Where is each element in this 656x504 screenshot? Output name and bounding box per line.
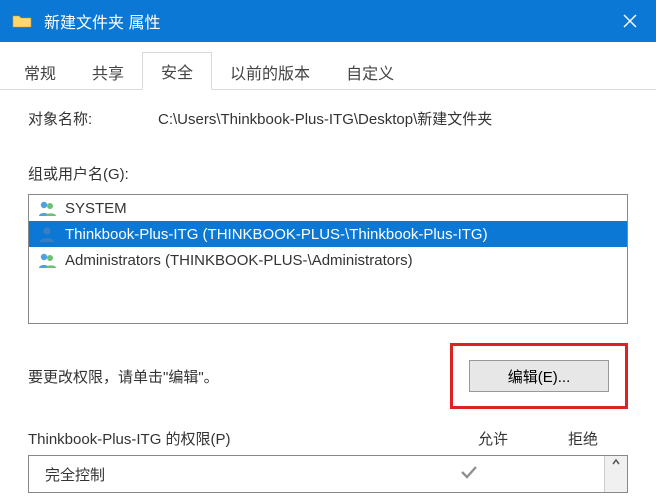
chevron-up-icon	[611, 456, 621, 470]
permission-name: 完全控制	[45, 464, 424, 485]
titlebar: 新建文件夹 属性	[0, 0, 656, 42]
permissions-header: Thinkbook-Plus-ITG 的权限(P) 允许 拒绝	[28, 428, 628, 449]
col-deny-header: 拒绝	[538, 428, 628, 449]
edit-highlight: 编辑(E)...	[450, 343, 628, 409]
edit-button[interactable]: 编辑(E)...	[469, 360, 609, 392]
group-users-listbox[interactable]: SYSTEM Thinkbook-Plus-ITG (THINKBOOK-PLU…	[28, 194, 628, 324]
list-item-label: Administrators (THINKBOOK-PLUS-\Administ…	[65, 252, 413, 269]
scrollbar[interactable]	[604, 456, 627, 492]
tab-general[interactable]: 常规	[6, 54, 74, 90]
tab-custom[interactable]: 自定义	[328, 54, 412, 90]
tab-share[interactable]: 共享	[74, 54, 142, 90]
folder-icon	[12, 13, 32, 29]
object-row: 对象名称: C:\Users\Thinkbook-Plus-ITG\Deskto…	[28, 108, 628, 129]
col-allow-header: 允许	[448, 428, 538, 449]
object-path: C:\Users\Thinkbook-Plus-ITG\Desktop\新建文件…	[158, 108, 628, 129]
close-button[interactable]	[604, 0, 656, 42]
list-item-label: Thinkbook-Plus-ITG (THINKBOOK-PLUS-\Thin…	[65, 226, 488, 243]
edit-row: 要更改权限，请单击"编辑"。 编辑(E)...	[28, 346, 628, 406]
check-icon	[459, 464, 479, 480]
user-icon	[37, 225, 59, 243]
edit-hint: 要更改权限，请单击"编辑"。	[28, 366, 450, 387]
close-icon	[623, 14, 637, 28]
users-icon	[37, 199, 59, 217]
object-label: 对象名称:	[28, 108, 158, 129]
window-title: 新建文件夹 属性	[44, 9, 604, 33]
permissions-title: Thinkbook-Plus-ITG 的权限(P)	[28, 428, 448, 449]
list-item[interactable]: Thinkbook-Plus-ITG (THINKBOOK-PLUS-\Thin…	[29, 221, 627, 247]
permission-allow	[424, 464, 514, 485]
group-users-label: 组或用户名(G):	[28, 163, 628, 184]
security-panel: 对象名称: C:\Users\Thinkbook-Plus-ITG\Deskto…	[0, 90, 656, 493]
list-item[interactable]: SYSTEM	[29, 195, 627, 221]
tabstrip: 常规 共享 安全 以前的版本 自定义	[0, 42, 656, 90]
permissions-listbox[interactable]: 完全控制	[28, 455, 628, 493]
tab-previous[interactable]: 以前的版本	[212, 54, 328, 90]
list-item[interactable]: Administrators (THINKBOOK-PLUS-\Administ…	[29, 247, 627, 273]
users-icon	[37, 251, 59, 269]
tab-security[interactable]: 安全	[142, 52, 212, 90]
list-item-label: SYSTEM	[65, 200, 127, 217]
